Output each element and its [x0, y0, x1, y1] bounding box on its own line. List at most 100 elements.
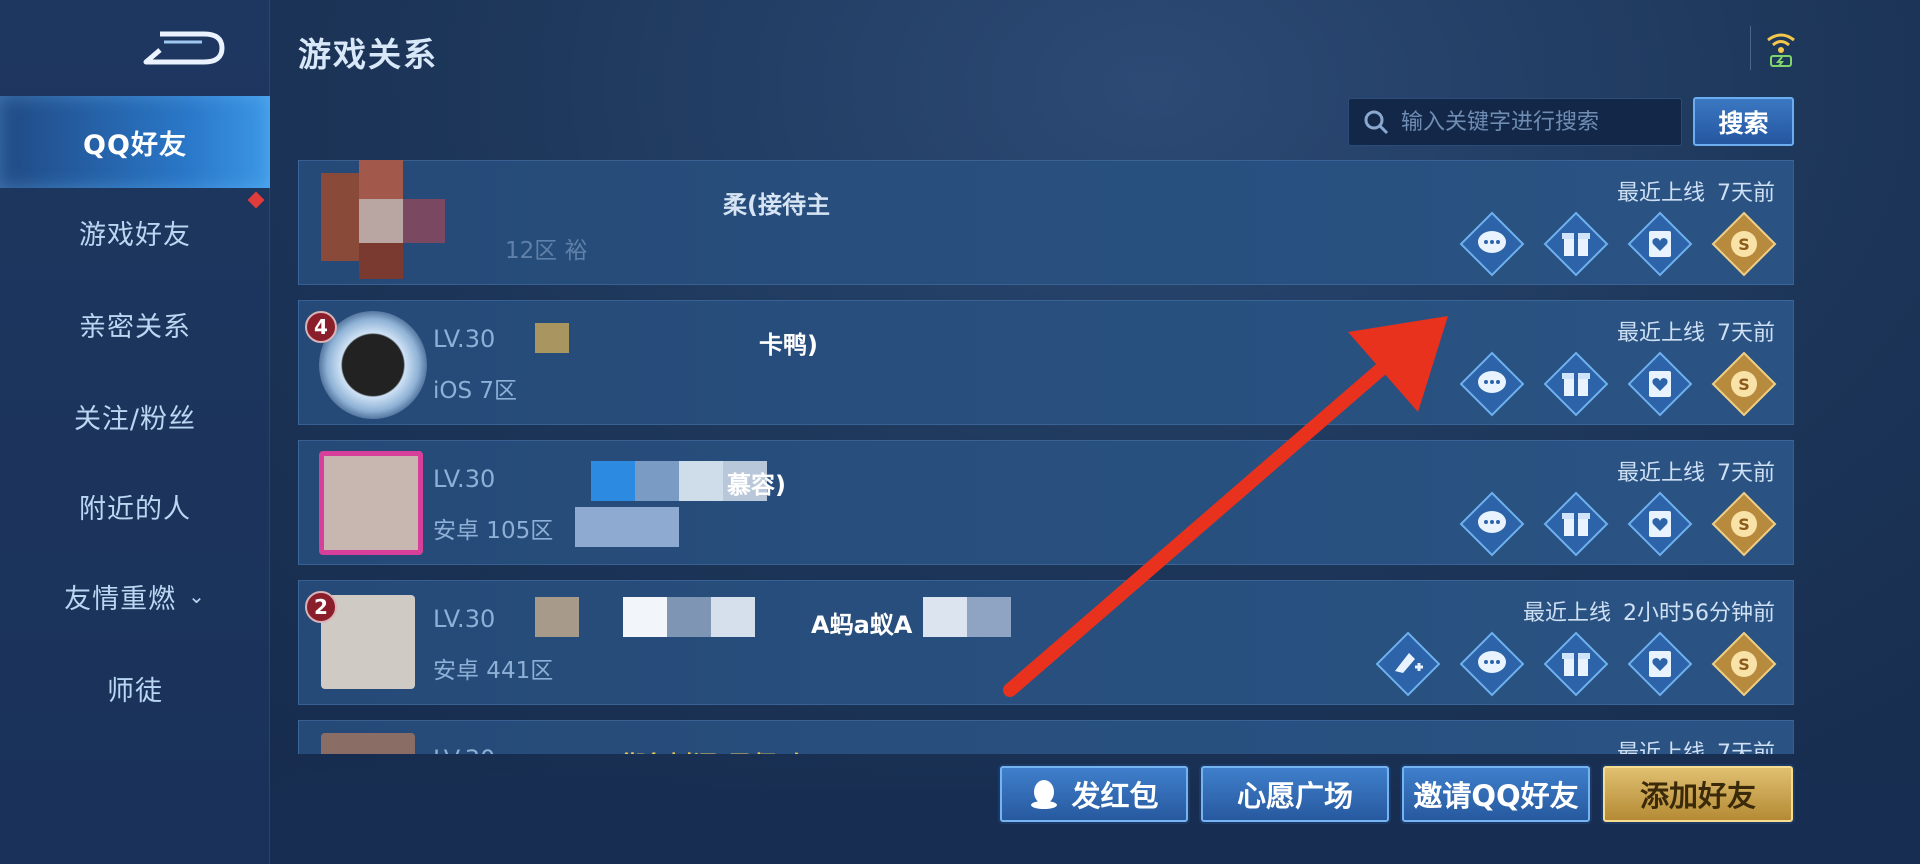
pixelated-area	[635, 461, 679, 501]
coin-transfer-icon[interactable]: S	[1711, 351, 1777, 417]
chat-icon[interactable]	[1459, 491, 1525, 557]
friend-name: 慕容)	[727, 471, 786, 499]
coin-transfer-icon[interactable]: S	[1711, 211, 1777, 277]
last-online: 最近上线 2小时56分钟前	[1523, 595, 1775, 627]
zone-text: 12区 裕	[505, 238, 588, 264]
search-button[interactable]: 搜索	[1693, 97, 1794, 146]
intimacy-book-icon[interactable]	[1627, 491, 1693, 557]
gift-icon[interactable]	[1543, 631, 1609, 697]
sidebar-item-label: 友情重燃	[64, 583, 177, 615]
svg-text:S: S	[1738, 375, 1750, 394]
level-text: LV.30	[433, 465, 496, 493]
pixelated-area	[575, 507, 679, 547]
red-packet-label: 发红包	[1071, 779, 1159, 813]
pixelated-area	[967, 597, 1011, 637]
last-online-time: 7天前	[1717, 741, 1775, 754]
search-box	[1348, 98, 1682, 146]
svg-text:S: S	[1738, 655, 1750, 674]
sidebar-item-follow[interactable]: 关注/粉丝	[0, 370, 270, 462]
qq-penguin-icon	[1031, 780, 1058, 809]
list-item[interactable]: 12区 裕 柔(接待主 最近上线 7天前 S	[298, 160, 1794, 285]
back-arrow-icon[interactable]	[140, 24, 226, 66]
sidebar-item-label: 关注/粉丝	[73, 403, 197, 435]
sidebar-item-label: 师徒	[107, 675, 163, 707]
svg-text:S: S	[1738, 235, 1750, 254]
sidebar-item-nearby[interactable]: 附近的人	[0, 460, 270, 552]
last-online: 最近上线 7天前	[1617, 455, 1775, 487]
last-online-time: 7天前	[1717, 461, 1775, 486]
sidebar-item-qq-friends[interactable]: QQ好友	[0, 96, 270, 188]
intimacy-book-icon[interactable]	[1627, 351, 1693, 417]
last-online: 最近上线 7天前	[1617, 735, 1775, 754]
last-online-label: 最近上线	[1522, 601, 1611, 626]
red-packet-button[interactable]: 发红包	[1000, 766, 1188, 822]
intimacy-book-icon[interactable]	[1627, 631, 1693, 697]
invite-qq-friend-button[interactable]: 邀请QQ好友	[1402, 766, 1590, 822]
friend-name: A蚂a蚁A	[811, 611, 913, 639]
list-item[interactable]: 4 LV.30 iOS 7区 卡鸭) 最近上线 7天前 S	[298, 300, 1794, 425]
friend-name: 卡鸭)	[759, 331, 818, 359]
intimacy-book-icon[interactable]	[1627, 211, 1693, 277]
friend-list[interactable]: 12区 裕 柔(接待主 最近上线 7天前 S 4 LV.30 iOS 7区 卡鸭)…	[298, 160, 1794, 754]
pixelated-area	[923, 597, 967, 637]
sidebar-item-label: 附近的人	[79, 493, 191, 525]
gift-icon[interactable]	[1543, 491, 1609, 557]
chat-icon[interactable]	[1459, 351, 1525, 417]
title-icon	[535, 323, 569, 353]
coin-transfer-icon[interactable]: S	[1711, 491, 1777, 557]
sidebar-item-label: 亲密关系	[79, 311, 191, 343]
friend-name: 柔(接待主	[723, 191, 830, 219]
divider	[1750, 26, 1751, 70]
zone-text: iOS 7区	[433, 378, 518, 404]
sidebar-item-mentor[interactable]: 师徒	[0, 642, 270, 734]
last-online-time: 7天前	[1717, 321, 1775, 346]
last-online: 最近上线 7天前	[1617, 175, 1775, 207]
sidebar: QQ好友 游戏好友 亲密关系 关注/粉丝 附近的人 友情重燃 ⌄ 师徒	[0, 0, 270, 864]
action-group: S	[1459, 211, 1777, 277]
action-group: S	[1459, 491, 1777, 557]
add-team-icon[interactable]	[1375, 631, 1441, 697]
svg-text:S: S	[1738, 515, 1750, 534]
level-text: LV.30	[433, 745, 495, 754]
zone-text: 安卓 441区	[433, 658, 554, 684]
coin-transfer-icon[interactable]: S	[1711, 631, 1777, 697]
list-item[interactable]: 2 LV.30 安卓 441区 A蚂a蚁A 最近上线 2小时56分钟前 S	[298, 580, 1794, 705]
page-title: 游戏关系	[298, 35, 438, 74]
chat-icon[interactable]	[1459, 631, 1525, 697]
sidebar-item-game-friends[interactable]: 游戏好友	[0, 186, 270, 278]
sidebar-item-label: 游戏好友	[79, 219, 191, 251]
search-input[interactable]	[1401, 109, 1671, 135]
list-item[interactable]: LV.30 街角树洞(导师 小刀) 最近上线 7天前	[298, 720, 1794, 754]
last-online-label: 最近上线	[1616, 321, 1705, 346]
last-online: 最近上线 7天前	[1617, 315, 1775, 347]
gift-icon[interactable]	[1543, 351, 1609, 417]
zone-text: 安卓 105区	[433, 518, 554, 544]
gift-icon[interactable]	[1543, 211, 1609, 277]
sidebar-item-intimate[interactable]: 亲密关系	[0, 278, 270, 370]
pixelated-area	[623, 597, 667, 637]
chat-icon[interactable]	[1459, 211, 1525, 277]
level-text: LV.30	[433, 325, 496, 353]
list-item[interactable]: LV.30 安卓 105区 慕容) 最近上线 7天前 S	[298, 440, 1794, 565]
level-text: LV.30	[433, 605, 496, 633]
pixelated-area	[679, 461, 723, 501]
notification-dot	[247, 191, 265, 209]
friend-name: 街角树洞(导师 小刀)	[621, 745, 843, 754]
avatar[interactable]	[321, 160, 445, 279]
pixelated-area	[535, 597, 579, 637]
last-online-label: 最近上线	[1616, 181, 1705, 206]
last-online-label: 最近上线	[1616, 741, 1705, 754]
avatar[interactable]	[319, 451, 423, 555]
wifi-battery-icon	[1767, 33, 1795, 67]
add-friend-button[interactable]: 添加好友	[1603, 766, 1793, 822]
sidebar-item-label: QQ好友	[83, 129, 187, 161]
rank-badge: 2	[305, 591, 337, 623]
sidebar-item-rekindle[interactable]: 友情重燃 ⌄	[0, 550, 270, 642]
pixelated-area	[667, 597, 711, 637]
avatar[interactable]	[321, 733, 415, 754]
rank-badge: 4	[305, 311, 337, 343]
last-online-time: 2小时56分钟前	[1623, 601, 1775, 626]
action-group: S	[1375, 631, 1777, 697]
last-online-time: 7天前	[1717, 181, 1775, 206]
wish-square-button[interactable]: 心愿广场	[1201, 766, 1389, 822]
